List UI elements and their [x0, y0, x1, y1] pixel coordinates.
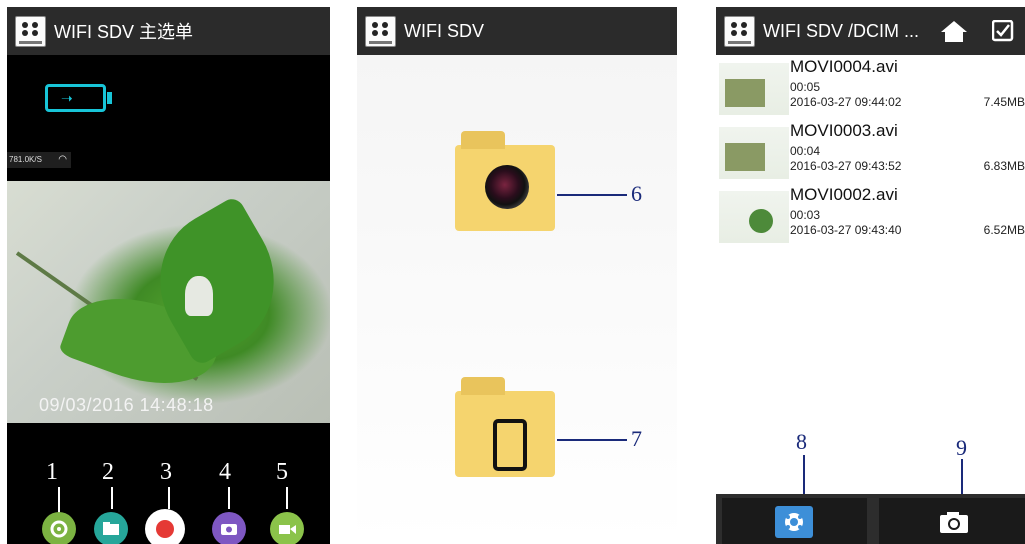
file-name: MOVI0003.avi	[790, 121, 898, 140]
phone-folder-button[interactable]	[455, 377, 555, 477]
callout-1: 1	[46, 459, 58, 485]
record-button[interactable]	[145, 509, 185, 544]
home-icon[interactable]	[941, 20, 967, 42]
callout-8: 8	[796, 429, 807, 454]
callout-5: 5	[276, 459, 288, 485]
file-row[interactable]: MOVI0003.avi 00:04 2016-03-27 09:43:52 6…	[716, 121, 1025, 185]
settings-icon	[50, 520, 68, 538]
callout-3: 3	[160, 459, 172, 485]
wifi-rate-text: 781.0K/S	[9, 155, 42, 164]
camera-folder-icon	[485, 165, 529, 209]
file-size: 6.52MB	[983, 223, 1025, 237]
app-icon	[365, 15, 396, 47]
select-checkbox-icon[interactable]	[992, 20, 1014, 42]
video-tab-icon	[775, 506, 813, 538]
title-bar: WIFI SDV /DCIM ...	[716, 7, 1025, 55]
video-mode-button[interactable]	[270, 512, 304, 544]
live-video-preview[interactable]	[7, 181, 330, 423]
file-datetime: 2016-03-27 09:43:52	[790, 159, 902, 173]
file-duration: 00:05	[790, 80, 821, 94]
callout-6: 6	[631, 181, 642, 206]
toy-figure	[185, 276, 213, 316]
app-icon	[724, 15, 755, 47]
callout-9: 9	[956, 435, 967, 460]
wifi-rate-indicator: 781.0K/S ◠	[7, 152, 71, 168]
settings-button[interactable]	[42, 512, 76, 544]
file-name: MOVI0004.avi	[790, 57, 898, 76]
app-icon	[15, 15, 46, 47]
file-datetime: 2016-03-27 09:43:40	[790, 223, 902, 237]
video-icon	[279, 525, 296, 534]
file-row[interactable]: MOVI0002.avi 00:03 2016-03-27 09:43:40 6…	[716, 185, 1025, 249]
title-bar: WIFI SDV	[357, 7, 677, 55]
snapshot-button[interactable]	[212, 512, 246, 544]
gallery-button[interactable]	[94, 512, 128, 544]
camera-icon	[221, 524, 237, 535]
file-size: 7.45MB	[983, 95, 1025, 109]
callout-4: 4	[219, 459, 231, 485]
photo-tab-icon	[935, 506, 973, 538]
folder-icon	[103, 522, 119, 535]
phone-folder-icon	[493, 419, 527, 471]
video-thumbnail	[719, 127, 789, 179]
photo-tab[interactable]	[879, 498, 1025, 544]
file-duration: 00:03	[790, 208, 821, 222]
wifi-icon: ◠	[58, 154, 67, 165]
file-row[interactable]: MOVI0004.avi 00:05 2016-03-27 09:44:02 7…	[716, 57, 1025, 121]
file-datetime: 2016-03-27 09:44:02	[790, 95, 902, 109]
battery-icon: ➝	[45, 84, 112, 112]
record-icon	[156, 520, 174, 538]
video-timestamp: 09/03/2016 14:48:18	[39, 395, 214, 415]
page-title: WIFI SDV 主选单	[54, 22, 193, 42]
video-tab[interactable]	[722, 498, 867, 544]
callout-2: 2	[102, 459, 114, 485]
file-browser-screen: WIFI SDV 6 7	[357, 7, 677, 544]
media-tab-bar	[716, 494, 1025, 544]
page-title: WIFI SDV	[404, 20, 484, 41]
video-thumbnail	[719, 63, 789, 115]
file-size: 6.83MB	[983, 159, 1025, 173]
dcim-list-screen: WIFI SDV /DCIM ... MOVI0004.avi 00:05 20…	[716, 7, 1025, 544]
file-name: MOVI0002.avi	[790, 185, 898, 204]
video-thumbnail	[719, 191, 789, 243]
title-bar: WIFI SDV 主选单	[7, 7, 330, 55]
camera-folder-button[interactable]	[455, 131, 555, 231]
page-title: WIFI SDV /DCIM ...	[763, 20, 919, 41]
callout-7: 7	[631, 426, 642, 451]
file-duration: 00:04	[790, 144, 821, 158]
main-menu-screen: WIFI SDV 主选单 ➝ 781.0K/S ◠ 09/03/2016 14:…	[7, 7, 330, 544]
